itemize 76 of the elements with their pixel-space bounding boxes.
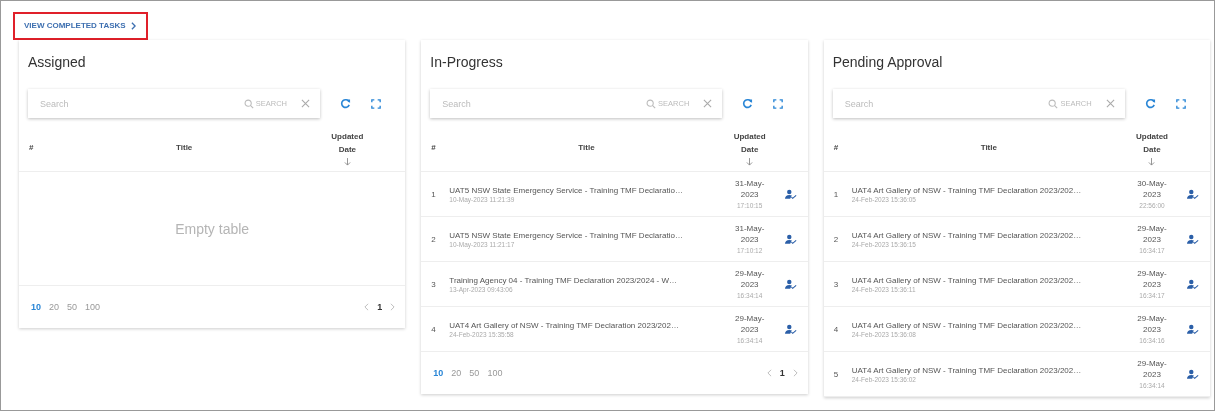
row-number: 1 bbox=[430, 189, 437, 199]
task-title: UAT4 Art Gallery of NSW - Training TMF Declaration 2023/202… bbox=[851, 275, 1083, 285]
page-size-option[interactable]: 100 bbox=[487, 368, 503, 378]
column-header: # bbox=[430, 143, 437, 152]
panel-title: Pending Approval bbox=[831, 53, 944, 72]
column-header[interactable]: Updated Date bbox=[1132, 129, 1172, 156]
updated-date: 31-May-2023 bbox=[734, 222, 766, 245]
page-size-option[interactable]: 10 bbox=[433, 368, 444, 378]
search-icon bbox=[646, 98, 657, 109]
sort-down-icon[interactable] bbox=[1148, 157, 1156, 166]
row-number: 5 bbox=[832, 369, 840, 379]
search-icon bbox=[243, 98, 254, 109]
close-icon[interactable] bbox=[703, 99, 713, 108]
updated-date: 29-May-2023 bbox=[1136, 312, 1168, 335]
row-number: 4 bbox=[430, 324, 437, 334]
close-icon[interactable] bbox=[1105, 99, 1115, 108]
task-title: Training Agency 04 - Training TMF Declaration 2023/2024 - W… bbox=[449, 275, 678, 285]
assign-user-icon[interactable] bbox=[784, 233, 797, 245]
assign-user-icon[interactable] bbox=[1187, 188, 1199, 200]
column-header: Title bbox=[175, 143, 194, 152]
refresh-icon[interactable] bbox=[340, 98, 351, 109]
chevron-right-icon[interactable] bbox=[130, 21, 136, 30]
column-header: Title bbox=[979, 143, 998, 152]
panel-title: Assigned bbox=[27, 53, 87, 72]
updated-date: 29-May-2023 bbox=[734, 267, 766, 290]
task-title: UAT4 Art Gallery of NSW - Training TMF Declaration 2023/202… bbox=[851, 230, 1083, 240]
column-header[interactable]: Updated Date bbox=[327, 129, 368, 156]
sort-down-icon[interactable] bbox=[746, 157, 754, 166]
assign-user-icon[interactable] bbox=[784, 278, 797, 290]
assign-user-icon[interactable] bbox=[784, 323, 797, 335]
panel-title: In-Progress bbox=[429, 53, 504, 72]
assign-user-icon[interactable] bbox=[1187, 368, 1199, 380]
updated-date: 29-May-2023 bbox=[734, 312, 766, 335]
fullscreen-icon[interactable] bbox=[1175, 98, 1186, 109]
assign-user-icon[interactable] bbox=[1187, 233, 1199, 245]
updated-date: 29-May-2023 bbox=[1136, 267, 1168, 290]
row-number: 3 bbox=[430, 279, 437, 289]
task-title: UAT4 Art Gallery of NSW - Training TMF Declaration 2023/202… bbox=[449, 320, 680, 330]
assign-user-icon[interactable] bbox=[1187, 278, 1199, 290]
page-size-option[interactable]: 20 bbox=[49, 302, 60, 312]
empty-table-text: Empty table bbox=[175, 220, 250, 237]
row-number: 2 bbox=[430, 234, 437, 244]
column-header: # bbox=[832, 143, 840, 152]
column-header: Title bbox=[577, 143, 596, 152]
column-header: # bbox=[28, 143, 35, 152]
updated-date: 29-May-2023 bbox=[1136, 222, 1168, 245]
page-size-option[interactable]: 50 bbox=[469, 368, 480, 378]
fullscreen-icon[interactable] bbox=[371, 98, 381, 109]
updated-date: 31-May-2023 bbox=[734, 177, 766, 200]
row-number: 1 bbox=[832, 189, 840, 199]
task-title: UAT4 Art Gallery of NSW - Training TMF Declaration 2023/202… bbox=[851, 185, 1083, 195]
page-size-option[interactable]: 10 bbox=[31, 302, 41, 312]
task-title: UAT5 NSW State Emergency Service - Training TMF Declaratio… bbox=[449, 230, 684, 240]
assign-user-icon[interactable] bbox=[784, 188, 797, 200]
task-title: UAT5 NSW State Emergency Service - Training TMF Declaratio… bbox=[449, 185, 684, 195]
updated-date: 30-May-2023 bbox=[1136, 177, 1168, 200]
assign-user-icon[interactable] bbox=[1187, 323, 1199, 335]
close-icon[interactable] bbox=[301, 99, 310, 108]
updated-date: 29-May-2023 bbox=[1136, 357, 1168, 380]
refresh-icon[interactable] bbox=[742, 98, 754, 109]
row-number: 3 bbox=[832, 279, 840, 289]
page-size-option[interactable]: 20 bbox=[451, 368, 462, 378]
view-completed-tasks-link[interactable]: VIEW COMPLETED TASKS bbox=[13, 12, 148, 40]
fullscreen-icon[interactable] bbox=[773, 98, 784, 109]
row-number: 2 bbox=[832, 234, 840, 244]
task-title: UAT4 Art Gallery of NSW - Training TMF Declaration 2023/202… bbox=[851, 365, 1083, 375]
page-number[interactable]: 1 bbox=[377, 302, 383, 312]
column-header[interactable]: Updated Date bbox=[729, 129, 770, 156]
sort-down-icon[interactable] bbox=[343, 157, 351, 166]
refresh-icon[interactable] bbox=[1144, 98, 1156, 109]
task-title: UAT4 Art Gallery of NSW - Training TMF Declaration 2023/202… bbox=[851, 320, 1083, 330]
row-number: 4 bbox=[832, 324, 840, 334]
page-size-option[interactable]: 100 bbox=[85, 302, 101, 312]
page-number[interactable]: 1 bbox=[779, 368, 785, 378]
search-icon bbox=[1048, 98, 1059, 109]
page-size-option[interactable]: 50 bbox=[67, 302, 78, 312]
